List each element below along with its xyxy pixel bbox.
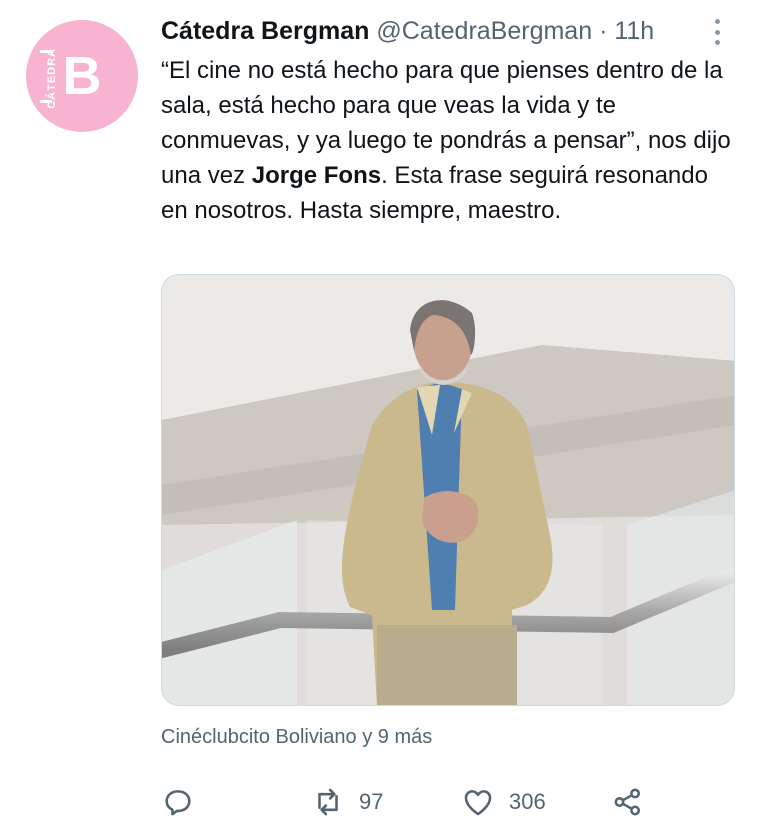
- reply-button[interactable]: [161, 782, 195, 822]
- tweet-actions: 97 306: [161, 782, 721, 822]
- mentioned-name: Jorge Fons: [251, 162, 382, 189]
- heart-icon: [464, 790, 492, 816]
- more-options-icon[interactable]: [707, 17, 727, 47]
- share-icon: [614, 788, 641, 816]
- retweet-count: 97: [359, 789, 384, 814]
- avatar-bottom-bar: [40, 100, 52, 103]
- separator: ·: [599, 17, 608, 45]
- share-button[interactable]: [611, 782, 645, 822]
- author-name[interactable]: Cátedra Bergman: [161, 17, 369, 45]
- like-count: 306: [509, 789, 546, 814]
- tweet-time[interactable]: 11h: [614, 17, 654, 45]
- tweet-photo[interactable]: [161, 274, 735, 706]
- retweet-icon: [318, 788, 338, 816]
- like-button[interactable]: 306: [461, 782, 546, 822]
- retweet-button[interactable]: 97: [311, 782, 383, 822]
- tweet-header: Cátedra Bergman @CatedraBergman · 11h: [161, 14, 654, 48]
- avatar-top-bar: [40, 50, 52, 53]
- reply-icon: [165, 790, 191, 816]
- social-context[interactable]: Cinéclubcito Boliviano y 9 más: [161, 726, 432, 749]
- author-handle[interactable]: @CatedraBergman: [376, 17, 592, 45]
- avatar[interactable]: CÁTEDRA B: [26, 20, 138, 132]
- tweet-text: “El cine no está hecho para que pienses …: [161, 53, 731, 228]
- avatar-letter: B: [62, 46, 102, 106]
